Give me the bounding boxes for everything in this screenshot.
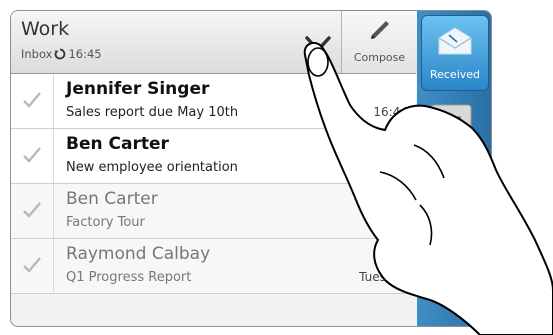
phone-screen: Work Inbox 16:45 Compose Jennifer Singer… xyxy=(0,0,553,335)
message-time: 16:44 xyxy=(373,105,408,119)
compose-button[interactable]: Compose xyxy=(341,11,417,73)
chevron-down-icon[interactable] xyxy=(303,29,333,59)
select-checkbox[interactable] xyxy=(11,74,54,128)
checkmark-icon xyxy=(23,202,41,218)
message-row[interactable]: Raymond Calbay Q1 Progress Report Tuesda… xyxy=(11,239,416,294)
message-row[interactable]: Ben Carter Factory Tour xyxy=(11,184,416,239)
message-sender: Ben Carter xyxy=(66,134,169,154)
message-time: Tuesday xyxy=(359,270,408,284)
folder-rail: Received xyxy=(417,11,491,326)
message-sender: Ben Carter xyxy=(66,189,158,209)
received-tab[interactable]: Received xyxy=(421,15,489,91)
select-checkbox[interactable] xyxy=(11,129,54,183)
sync-time: 16:45 xyxy=(68,47,102,61)
received-label: Received xyxy=(429,68,481,81)
message-subject: New employee orientation xyxy=(66,160,238,175)
mail-header: Work Inbox 16:45 Compose xyxy=(11,11,417,74)
conversation-tab-icon[interactable] xyxy=(427,99,477,139)
checkmark-icon xyxy=(23,92,41,108)
message-subject: Q1 Progress Report xyxy=(66,270,192,285)
message-sender: Jennifer Singer xyxy=(66,79,210,99)
envelope-icon xyxy=(438,27,472,55)
message-sender: Raymond Calbay xyxy=(66,244,211,264)
account-name: Work xyxy=(21,18,70,40)
message-subject: Sales report due May 10th xyxy=(66,105,239,120)
pencil-icon xyxy=(371,21,389,39)
select-checkbox[interactable] xyxy=(11,184,54,238)
message-subject: Factory Tour xyxy=(66,215,145,230)
folder-name: Inbox xyxy=(21,47,53,61)
compose-label: Compose xyxy=(353,51,406,64)
checkmark-icon xyxy=(23,257,41,273)
message-row[interactable]: Ben Carter New employee orientation xyxy=(11,129,416,184)
select-checkbox[interactable] xyxy=(11,239,54,293)
checkmark-icon xyxy=(23,147,41,163)
folder-status: Inbox 16:45 xyxy=(21,47,102,61)
message-row[interactable]: Jennifer Singer Sales report due May 10t… xyxy=(11,74,416,129)
sync-icon[interactable] xyxy=(54,48,66,60)
mail-app: Work Inbox 16:45 Compose Jennifer Singer… xyxy=(10,10,492,327)
